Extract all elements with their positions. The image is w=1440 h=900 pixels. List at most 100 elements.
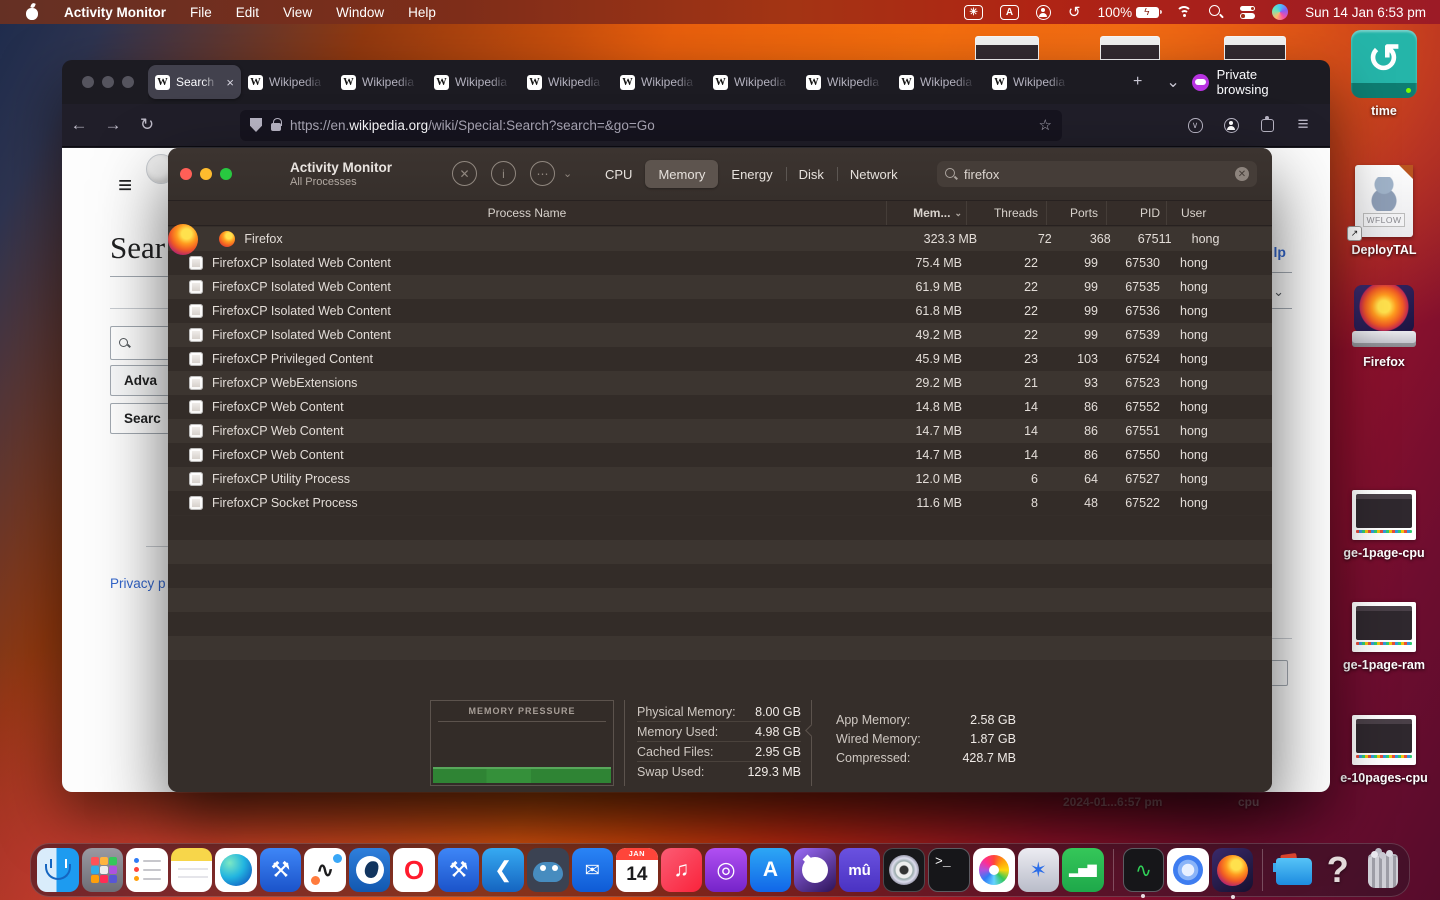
dock-item-freeform[interactable]: ∿	[304, 848, 346, 892]
dock-item-github[interactable]	[794, 848, 836, 892]
process-row[interactable]: FirefoxCP Isolated Web Content 75.4 MB 2…	[168, 251, 1272, 275]
zoom-window-button[interactable]	[122, 76, 134, 88]
process-row[interactable]: FirefoxCP Isolated Web Content 49.2 MB 2…	[168, 323, 1272, 347]
menu-help[interactable]: Help	[397, 0, 447, 24]
dock-item-opera[interactable]: O	[393, 848, 435, 892]
dock-item-music[interactable]: ♫	[661, 848, 703, 892]
address-bar[interactable]: https://en.wikipedia.org/wiki/Special:Se…	[240, 110, 1062, 141]
desktop-icon-pages-cpu[interactable]: e-10pages-cpu	[1332, 715, 1436, 785]
desktop-icon-partial[interactable]	[975, 36, 1039, 60]
dock-item-finder[interactable]	[37, 848, 79, 892]
minimize-window-button[interactable]	[102, 76, 114, 88]
dock-item-vscode[interactable]: ❮	[482, 848, 524, 892]
dock-item-xcode[interactable]: ⚒	[260, 848, 302, 892]
browser-tab[interactable]: W Wikipedia ×	[799, 65, 892, 99]
close-window-button[interactable]	[82, 76, 94, 88]
dock-item-chromium[interactable]	[1167, 848, 1209, 892]
zoom-window-button[interactable]	[220, 168, 232, 180]
browser-tab[interactable]: W Wikipedia ×	[613, 65, 706, 99]
column-header-memory[interactable]: Mem...⌄	[886, 201, 966, 225]
dock-item[interactable]	[1262, 849, 1263, 891]
browser-tab[interactable]: W Wikipedia ×	[985, 65, 1078, 99]
desktop-icon-firefox-dmg[interactable]: Firefox	[1332, 285, 1436, 369]
control-center-icon[interactable]	[1240, 6, 1255, 19]
dock-item-downloads[interactable]	[1272, 848, 1314, 892]
wikipedia-menu-icon[interactable]: ≡	[118, 172, 132, 200]
menu-file[interactable]: File	[179, 0, 223, 24]
dock-item-reminders[interactable]	[126, 848, 168, 892]
dock-item-xcode-beta[interactable]: ⚒	[438, 848, 480, 892]
process-row[interactable]: FirefoxCP Web Content 14.7 MB 14 86 6755…	[168, 443, 1272, 467]
view-tab[interactable]: Memory	[645, 160, 718, 188]
https-lock-icon[interactable]	[271, 123, 281, 131]
view-tab[interactable]: Disk	[786, 160, 837, 188]
process-row[interactable]: FirefoxCP Web Content 14.8 MB 14 86 6755…	[168, 395, 1272, 419]
search-input[interactable]	[964, 167, 1228, 182]
spotlight-search-icon[interactable]	[1209, 5, 1223, 19]
view-tab[interactable]: Network	[837, 160, 911, 188]
column-header-pid[interactable]: PID	[1106, 201, 1166, 225]
app-menu-icon[interactable]: ≡	[1290, 112, 1316, 138]
process-row[interactable]: Firefox 323.3 MB 72 368 67511 hong	[168, 227, 1272, 251]
dock-item-musescore[interactable]: mû	[839, 848, 881, 892]
browser-tab[interactable]: W Wikipedia ×	[241, 65, 334, 99]
dock-item-app-store[interactable]: A	[750, 848, 792, 892]
pocket-icon[interactable]: ∨	[1182, 112, 1208, 138]
more-options-button[interactable]: ⋯	[530, 161, 555, 186]
dock-item-disc[interactable]	[883, 848, 925, 892]
minimize-window-button[interactable]	[200, 168, 212, 180]
extensions-puzzle-icon[interactable]	[1254, 112, 1280, 138]
desktop-icon-partial[interactable]	[1100, 36, 1160, 60]
menu-bar-clock[interactable]: Sun 14 Jan 6:53 pm	[1305, 5, 1426, 20]
process-row[interactable]: FirefoxCP WebExtensions 29.2 MB 21 93 67…	[168, 371, 1272, 395]
siri-icon[interactable]	[1272, 4, 1288, 20]
clear-search-icon[interactable]: ✕	[1235, 167, 1249, 181]
browser-tab[interactable]: W Search ×	[148, 65, 241, 99]
close-window-button[interactable]	[180, 168, 192, 180]
process-row[interactable]: FirefoxCP Socket Process 11.6 MB 8 48 67…	[168, 491, 1272, 515]
reload-button[interactable]: ↻	[130, 115, 164, 135]
column-header-ports[interactable]: Ports	[1046, 201, 1106, 225]
activity-monitor-titlebar[interactable]: Activity Monitor All Processes ✕ i ⋯ ⌄ C…	[168, 148, 1272, 200]
browser-tab[interactable]: W Wikipedia ×	[427, 65, 520, 99]
desktop-icon-deploytal[interactable]: WFLOW DeployTAL	[1332, 165, 1436, 257]
app-menu-title[interactable]: Activity Monitor	[53, 0, 177, 24]
dock-item-podcasts[interactable]: ◎	[705, 848, 747, 892]
browser-tab[interactable]: W Wikipedia ×	[520, 65, 613, 99]
column-header-process-name[interactable]: Process Name	[168, 201, 886, 225]
back-button[interactable]: ←	[62, 115, 96, 135]
stop-process-button[interactable]: ✕	[452, 161, 477, 186]
time-machine-icon[interactable]: ↺	[1068, 5, 1081, 20]
column-header-threads[interactable]: Threads	[966, 201, 1046, 225]
process-row[interactable]: FirefoxCP Isolated Web Content 61.9 MB 2…	[168, 275, 1272, 299]
dock-item-photos[interactable]	[973, 848, 1015, 892]
dock-item-calendar[interactable]: JAN 14	[616, 848, 658, 892]
dock-item-testflight[interactable]: ✶	[1018, 848, 1060, 892]
dock-item-missing[interactable]: ?	[1317, 848, 1359, 892]
menu-view[interactable]: View	[272, 0, 323, 24]
collapse-chevron-icon[interactable]: ⌄	[1273, 284, 1284, 300]
dock-item-godot[interactable]	[527, 848, 569, 892]
desktop-icon-time[interactable]: time	[1332, 30, 1436, 118]
dock-item-edge[interactable]	[215, 848, 257, 892]
apple-menu[interactable]	[14, 0, 51, 24]
dock-item-terminal[interactable]: >_	[928, 848, 970, 892]
dock-item-launchpad[interactable]	[82, 848, 124, 892]
menu-edit[interactable]: Edit	[225, 0, 270, 24]
input-source-icon[interactable]: A	[1000, 5, 1019, 20]
privacy-policy-link[interactable]: Privacy p	[110, 576, 166, 591]
browser-tab[interactable]: W Wikipedia ×	[334, 65, 427, 99]
tracking-protection-shield-icon[interactable]	[250, 118, 262, 132]
keyboard-widget-icon[interactable]: ✳	[964, 5, 983, 20]
wifi-icon[interactable]	[1176, 6, 1192, 18]
process-row[interactable]: FirefoxCP Privileged Content 45.9 MB 23 …	[168, 347, 1272, 371]
dock-item-mail[interactable]: ✉	[572, 848, 614, 892]
dock-item-firefox[interactable]	[1212, 848, 1254, 892]
list-all-tabs-button[interactable]: ⌄	[1154, 72, 1191, 92]
browser-tab[interactable]: W Wikipedia ×	[706, 65, 799, 99]
column-header-user[interactable]: User	[1166, 201, 1262, 225]
desktop-icon-page-ram[interactable]: ge-1page-ram	[1332, 602, 1436, 672]
browser-tab[interactable]: W Wikipedia ×	[892, 65, 985, 99]
help-link-partial[interactable]: lp	[1274, 244, 1286, 260]
dock-item[interactable]	[1113, 849, 1114, 891]
